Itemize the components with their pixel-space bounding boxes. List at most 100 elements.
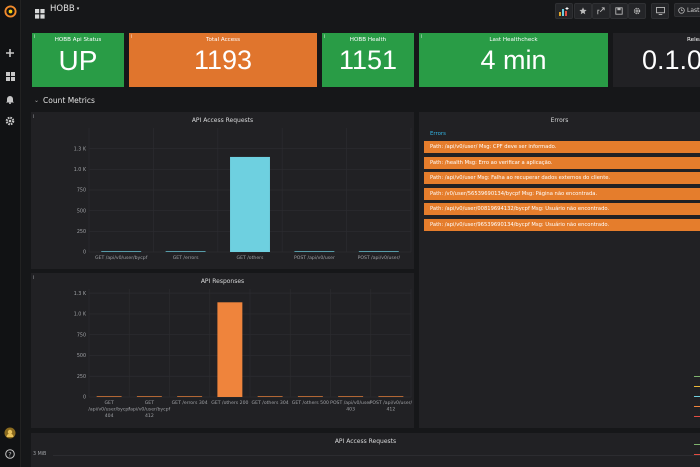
add-panel-icon bbox=[559, 6, 569, 16]
stat-panel-last-healthcheck[interactable]: i Last Healthcheck 4 min bbox=[419, 33, 608, 87]
bar[interactable] bbox=[358, 251, 399, 252]
x-tick-label: POST /api/v0/user/ bbox=[358, 255, 401, 261]
monitor-icon bbox=[655, 7, 665, 15]
row-header-count-metrics[interactable]: ⌄ Count Metrics bbox=[34, 96, 95, 105]
view-mode-button[interactable] bbox=[651, 3, 669, 19]
panel-api-access-requests[interactable]: i API Access Requests 0 250 500 750 1.0 K 1.3… bbox=[31, 112, 414, 269]
stat-title: Last Healthcheck bbox=[489, 37, 538, 43]
stat-value: UP bbox=[58, 45, 98, 76]
bar[interactable] bbox=[136, 396, 162, 397]
x-tick-label: GET /others 200 bbox=[211, 400, 248, 406]
legend-marker bbox=[694, 444, 700, 445]
bar[interactable] bbox=[378, 396, 404, 397]
stat-panel-release[interactable]: Relea 0.1.0 bbox=[613, 33, 700, 87]
dashboard-title-picker[interactable]: HOBB ▾ bbox=[50, 4, 79, 14]
side-menu: ? bbox=[0, 0, 21, 467]
y-tick-label: 500 bbox=[77, 208, 86, 214]
avatar-icon[interactable] bbox=[0, 424, 20, 442]
error-row[interactable]: Path: /api/v0/user/ Msg: CPF deve ser in… bbox=[424, 141, 700, 153]
bar[interactable] bbox=[96, 396, 122, 397]
share-button[interactable] bbox=[592, 3, 610, 19]
legend-marker bbox=[694, 396, 700, 397]
stat-panel-api-status[interactable]: i HOBB Api Status UP bbox=[32, 33, 124, 87]
x-tick-label: GET /errors bbox=[173, 255, 199, 261]
stat-panel-total-access[interactable]: i Total Access 1193 bbox=[129, 33, 317, 87]
bar[interactable] bbox=[257, 396, 283, 397]
error-row[interactable]: Path: /api/v0/user Msg: Falha ao recuper… bbox=[424, 172, 700, 185]
panel-info-icon: i bbox=[324, 34, 326, 40]
bar[interactable] bbox=[165, 251, 206, 252]
help-icon[interactable]: ? bbox=[0, 445, 20, 463]
x-tick-label: POST /api/v0/user bbox=[330, 400, 371, 406]
chevron-down-icon: ⌄ bbox=[34, 97, 40, 104]
y-tick-label: 1.0 K bbox=[74, 167, 87, 173]
bar[interactable] bbox=[101, 251, 142, 252]
stat-title: Total Access bbox=[206, 37, 240, 43]
error-row[interactable]: Path: /v0/user/56539690134/bycpf Msg: Pá… bbox=[424, 187, 700, 200]
x-tick-label: 412 bbox=[145, 413, 154, 419]
x-tick-label: POST /api/v0/user/ bbox=[370, 400, 413, 406]
stat-value: 1193 bbox=[193, 45, 253, 75]
panel-api-responses[interactable]: i API Responses 0 250 500 750 1.0 K 1.3 K GET /… bbox=[31, 273, 414, 428]
add-panel-button[interactable] bbox=[555, 3, 573, 19]
legend-marker bbox=[694, 376, 700, 377]
cog-icon bbox=[633, 7, 641, 15]
bar[interactable] bbox=[177, 396, 203, 397]
bar[interactable] bbox=[294, 251, 335, 252]
error-row[interactable]: Path: /api/v0/user/96539690134/bycpf Msg… bbox=[424, 219, 700, 231]
errors-column-header[interactable]: Errors bbox=[424, 129, 700, 140]
gear-icon[interactable] bbox=[0, 112, 20, 130]
settings-button[interactable] bbox=[628, 3, 646, 19]
apps-icon[interactable] bbox=[35, 4, 45, 23]
stat-title: HOBB Health bbox=[349, 37, 387, 43]
legend-marker bbox=[694, 386, 700, 387]
error-row[interactable]: Path: /health Msg: Erro ao verificar a a… bbox=[424, 156, 700, 169]
bar[interactable] bbox=[230, 156, 270, 252]
y-tick-label: 0 bbox=[83, 250, 86, 256]
y-tick-label: 3 MiB bbox=[33, 452, 47, 457]
bell-icon[interactable] bbox=[0, 90, 20, 108]
save-button[interactable] bbox=[610, 3, 628, 19]
x-tick-label: GET /errors 304 bbox=[172, 400, 208, 406]
dashboards-icon[interactable] bbox=[0, 67, 20, 85]
bar[interactable] bbox=[338, 396, 364, 397]
x-tick-label: /api/v0/user/bycpf bbox=[88, 407, 130, 413]
x-tick-label: GET bbox=[145, 400, 154, 406]
plus-icon[interactable] bbox=[0, 44, 20, 62]
stat-title: Relea bbox=[687, 37, 700, 43]
x-tick-label: 403 bbox=[346, 407, 355, 413]
chevron-down-icon: ▾ bbox=[76, 6, 80, 12]
y-tick-label: 1.3 K bbox=[74, 291, 87, 297]
x-tick-label: 404 bbox=[105, 413, 114, 419]
panel-title: Errors bbox=[550, 117, 569, 124]
clock-icon bbox=[678, 6, 685, 14]
bar[interactable] bbox=[297, 396, 323, 397]
y-tick-label: 1.0 K bbox=[74, 312, 87, 318]
stat-value: 0.1.0 bbox=[642, 45, 700, 75]
time-picker-label: Last bbox=[687, 6, 700, 14]
save-icon bbox=[615, 7, 623, 15]
svg-text:?: ? bbox=[8, 450, 11, 458]
chart-api-access-requests: 0 250 500 750 1.0 K 1.3 K GET /api/v0/user/byc… bbox=[74, 128, 412, 261]
share-icon bbox=[597, 7, 605, 15]
panel-info-icon: i bbox=[34, 34, 36, 40]
stat-value: 4 min bbox=[480, 45, 547, 75]
stat-panel-hobb-health[interactable]: i HOBB Health 1151 bbox=[322, 33, 414, 87]
panel-api-access-requests-bottom[interactable]: API Access Requests 3 MiB bbox=[31, 433, 700, 467]
error-row[interactable]: Path: /api/v0/user/00819694132/bycpf Msg… bbox=[424, 203, 700, 216]
y-tick-label: 750 bbox=[77, 332, 86, 338]
x-tick-label: GET /api/v0/user/bycpf bbox=[95, 255, 148, 261]
x-tick-label: POST /api/v0/user bbox=[294, 255, 335, 261]
y-tick-label: 500 bbox=[77, 353, 86, 359]
panel-info-icon: i bbox=[421, 34, 423, 40]
x-tick-label: GET /others 500 bbox=[292, 400, 329, 406]
y-tick-label: 250 bbox=[77, 374, 86, 380]
star-button[interactable] bbox=[574, 3, 592, 19]
grafana-logo-icon[interactable] bbox=[0, 2, 20, 20]
legend-marker bbox=[694, 406, 700, 407]
time-picker-button[interactable]: Last bbox=[674, 3, 700, 17]
x-tick-label: GET /others bbox=[237, 255, 265, 261]
bar[interactable] bbox=[217, 302, 243, 397]
star-icon bbox=[579, 7, 587, 15]
y-tick-label: 250 bbox=[77, 229, 86, 235]
